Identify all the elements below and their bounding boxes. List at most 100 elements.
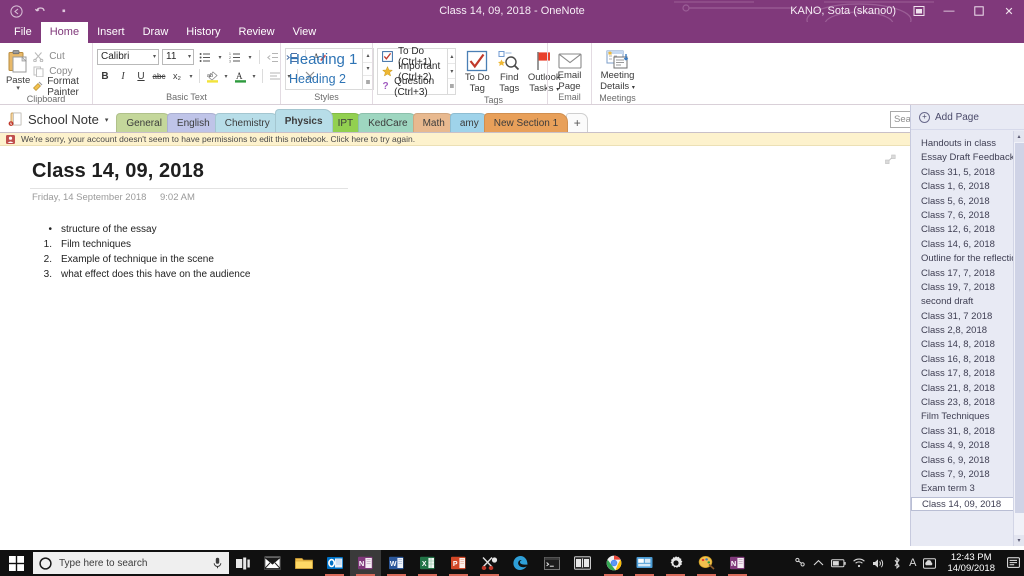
page-list-item[interactable]: Outline for the reflectio: [911, 252, 1014, 266]
page-list-item[interactable]: Class 19, 7, 2018: [911, 281, 1014, 295]
taskbar-search-box[interactable]: Type here to search: [33, 552, 229, 574]
font-color-icon[interactable]: A: [232, 68, 248, 84]
page-list-item[interactable]: Class 5, 6, 2018: [911, 195, 1014, 209]
paste-button[interactable]: Paste ▾: [4, 47, 32, 92]
tags-more-icon[interactable]: ≣: [448, 79, 455, 94]
permissions-warning-bar[interactable]: We're sorry, your account doesn't seem t…: [0, 133, 910, 146]
account-name[interactable]: KANO, Sota (skano0): [790, 5, 904, 17]
page-list-item[interactable]: Film Techniques: [911, 410, 1014, 424]
find-tags-button[interactable]: Find Tags: [494, 48, 524, 94]
page-list-item[interactable]: second draft: [911, 295, 1014, 309]
page-list-item[interactable]: Class 4, 9, 2018: [911, 439, 1014, 453]
tab-review[interactable]: Review: [230, 22, 284, 43]
bold-icon[interactable]: B: [97, 68, 113, 84]
taskbar-app-chrome[interactable]: [598, 550, 629, 576]
show-hidden-icons-icon[interactable]: [813, 559, 824, 567]
taskbar-app-powerpoint[interactable]: P: [443, 550, 474, 576]
list-item[interactable]: 1. Film techniques: [36, 237, 250, 252]
page-list-item[interactable]: Class 31, 5, 2018: [911, 166, 1014, 180]
taskbar-app-excel[interactable]: X: [412, 550, 443, 576]
page-list-item[interactable]: Class 6, 9, 2018: [911, 454, 1014, 468]
subscript-caret-icon[interactable]: ▾: [187, 68, 195, 84]
highlight-caret-icon[interactable]: ▾: [222, 68, 230, 84]
page-list-item[interactable]: Class 7, 6, 2018: [911, 209, 1014, 223]
numbering-icon[interactable]: 123: [227, 49, 243, 65]
action-center-icon[interactable]: [1006, 550, 1020, 576]
page-scroll-thumb[interactable]: [1015, 143, 1024, 513]
taskbar-clock[interactable]: 12:43 PM 14/09/2018: [943, 552, 999, 574]
volume-icon[interactable]: [872, 558, 885, 569]
page-list-item[interactable]: Class 17, 8, 2018: [911, 367, 1014, 381]
taskbar-app-file-explorer[interactable]: [288, 550, 319, 576]
microphone-icon[interactable]: [212, 557, 223, 569]
page-list-item[interactable]: Class 14, 6, 2018: [911, 238, 1014, 252]
page-list-item[interactable]: Class 7, 9, 2018: [911, 468, 1014, 482]
notebook-selector[interactable]: N School Note ▾: [0, 112, 116, 132]
add-section-button[interactable]: +: [566, 113, 589, 132]
taskbar-app-outlook[interactable]: [319, 550, 350, 576]
page-scroll-up-icon[interactable]: ▴: [1014, 131, 1024, 142]
taskbar-app-paint[interactable]: [691, 550, 722, 576]
section-tab-math[interactable]: Math: [412, 113, 455, 132]
tab-insert[interactable]: Insert: [88, 22, 134, 43]
expand-arrows-icon[interactable]: [885, 154, 896, 165]
font-color-caret-icon[interactable]: ▾: [250, 68, 258, 84]
subscript-icon[interactable]: x₂: [169, 68, 185, 84]
page-list-item[interactable]: Class 23, 8, 2018: [911, 396, 1014, 410]
page-list-item[interactable]: Class 16, 8, 2018: [911, 353, 1014, 367]
numbering-caret-icon[interactable]: ▾: [246, 49, 254, 65]
meeting-details-button[interactable]: Meeting Details ▾: [596, 48, 639, 93]
font-size-combobox[interactable]: 11 ▾: [162, 49, 194, 65]
page-list-item[interactable]: Class 31, 7 2018: [911, 310, 1014, 324]
list-item[interactable]: 3. what effect does this have on the aud…: [36, 267, 251, 282]
taskbar-app-remote-desktop[interactable]: [629, 550, 660, 576]
style-heading-1[interactable]: Heading 1: [286, 49, 362, 69]
page-list-item[interactable]: Class 17, 7, 2018: [911, 267, 1014, 281]
tags-scroll-down-icon[interactable]: ▾: [448, 64, 456, 80]
customize-quick-access-toolbar-icon[interactable]: [57, 4, 71, 18]
bullets-icon[interactable]: [197, 49, 213, 65]
page-body[interactable]: • structure of the essay 1. Film techniq…: [36, 222, 251, 282]
tags-scroll-up-icon[interactable]: ▴: [448, 49, 456, 65]
battery-icon[interactable]: [831, 558, 846, 568]
taskbar-app-mail[interactable]: [257, 550, 288, 576]
tag-question[interactable]: ? Question (Ctrl+3): [378, 76, 447, 98]
section-tab-physics[interactable]: Physics: [274, 109, 333, 132]
page-list-item[interactable]: Handouts in class: [911, 137, 1014, 151]
font-size-caret-icon[interactable]: ▾: [188, 53, 191, 60]
taskbar-app-reader[interactable]: [567, 550, 598, 576]
section-tab-english[interactable]: English: [166, 113, 220, 132]
page-list-scrollbar[interactable]: ▴ ▾: [1013, 131, 1024, 546]
ribbon-display-options-icon[interactable]: [904, 0, 934, 22]
taskbar-app-onenote-2016[interactable]: N: [350, 550, 381, 576]
todo-tag-button[interactable]: To Do Tag: [460, 48, 494, 94]
tab-history[interactable]: History: [177, 22, 229, 43]
add-page-button[interactable]: + Add Page: [911, 105, 1024, 130]
cut-button[interactable]: Cut: [32, 49, 88, 64]
taskbar-app-snipping-tool[interactable]: [474, 550, 505, 576]
section-tab-new-section-1[interactable]: New Section 1: [483, 113, 569, 132]
wifi-icon[interactable]: [853, 558, 865, 568]
tab-view[interactable]: View: [284, 22, 326, 43]
page-list-item[interactable]: Class 21, 8, 2018: [911, 382, 1014, 396]
page-list[interactable]: Handouts in class Essay Draft Feedback C…: [911, 131, 1014, 546]
onedrive-icon[interactable]: [923, 557, 937, 569]
maximize-restore-button[interactable]: [964, 0, 994, 22]
strikethrough-icon[interactable]: abc: [151, 68, 167, 84]
page-list-item[interactable]: Class 1, 6, 2018: [911, 180, 1014, 194]
meeting-details-caret-icon[interactable]: ▾: [632, 85, 635, 91]
taskbar-app-edge[interactable]: [505, 550, 536, 576]
text-highlight-icon[interactable]: ab: [204, 68, 220, 84]
section-tab-chemistry[interactable]: Chemistry: [214, 113, 280, 132]
list-item[interactable]: 2. Example of technique in the scene: [36, 252, 250, 267]
tags-scroll[interactable]: ▴ ▾ ≣: [447, 49, 456, 94]
people-icon[interactable]: [794, 557, 806, 569]
notebook-caret-icon[interactable]: ▾: [105, 116, 109, 124]
page-list-item[interactable]: Exam term 3: [911, 482, 1014, 496]
back-icon[interactable]: [9, 4, 23, 18]
tab-home[interactable]: Home: [40, 22, 89, 43]
taskbar-app-settings[interactable]: [660, 550, 691, 576]
page-list-item[interactable]: Class 2,8, 2018: [911, 324, 1014, 338]
task-view-icon[interactable]: [229, 550, 257, 576]
taskbar-app-word[interactable]: W: [381, 550, 412, 576]
